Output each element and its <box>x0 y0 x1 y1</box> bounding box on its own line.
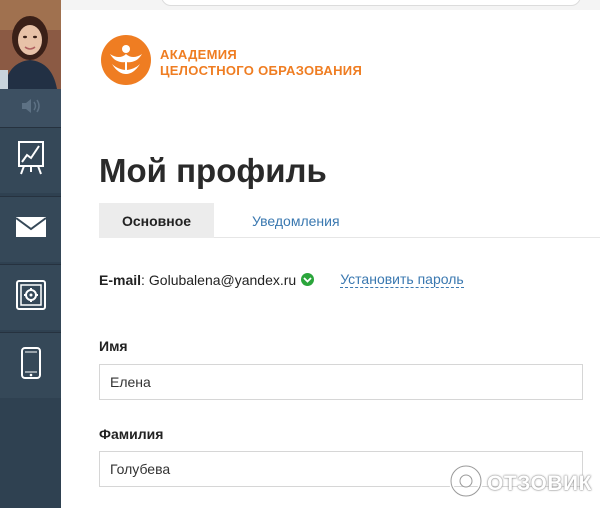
browser-toolbar <box>61 0 600 10</box>
page-title: Мой профиль <box>99 152 327 189</box>
sidebar-item-sound[interactable] <box>0 89 61 127</box>
address-bar[interactable] <box>161 0 581 6</box>
sidebar-item-messages[interactable] <box>0 196 61 262</box>
safe-icon <box>15 280 46 315</box>
brand-name: Академия целостного образования <box>160 47 362 79</box>
email-value: Golubalena@yandex.ru <box>148 271 297 288</box>
brand-name-line2: целостного образования <box>160 62 363 78</box>
first-name-input[interactable] <box>99 364 583 400</box>
phone-icon <box>20 347 41 384</box>
sidebar-empty-area <box>0 398 61 508</box>
watermark: ОТЗОВИК <box>449 464 592 503</box>
brand-name-line1: Академия <box>160 46 238 62</box>
set-password-link[interactable]: Установить пароль <box>340 271 464 288</box>
watermark-text: ОТЗОВИК <box>487 471 592 495</box>
tab-notifications[interactable]: Уведомления <box>252 203 340 238</box>
sidebar-item-safe[interactable] <box>0 264 61 330</box>
watermark-logo-icon <box>449 464 483 503</box>
lotus-person-icon <box>100 34 152 91</box>
sidebar <box>0 0 61 508</box>
sound-icon <box>20 98 42 118</box>
first-name-label: Имя <box>99 338 128 354</box>
brand-logo[interactable]: Академия целостного образования <box>100 34 362 91</box>
avatar[interactable] <box>0 0 61 89</box>
last-name-label: Фамилия <box>99 426 164 442</box>
chart-icon <box>17 141 44 180</box>
verified-check-icon <box>301 273 315 286</box>
email-separator: : <box>141 271 145 288</box>
tab-main[interactable]: Основное <box>99 203 214 238</box>
mail-icon <box>14 216 47 243</box>
sidebar-item-mobile[interactable] <box>0 332 61 398</box>
email-label: E-mail <box>99 271 142 288</box>
profile-tabs: Основное Уведомления <box>99 203 600 238</box>
sidebar-item-stats[interactable] <box>0 127 61 193</box>
email-row: E-mail : Golubalena@yandex.ru Установить… <box>99 271 464 288</box>
